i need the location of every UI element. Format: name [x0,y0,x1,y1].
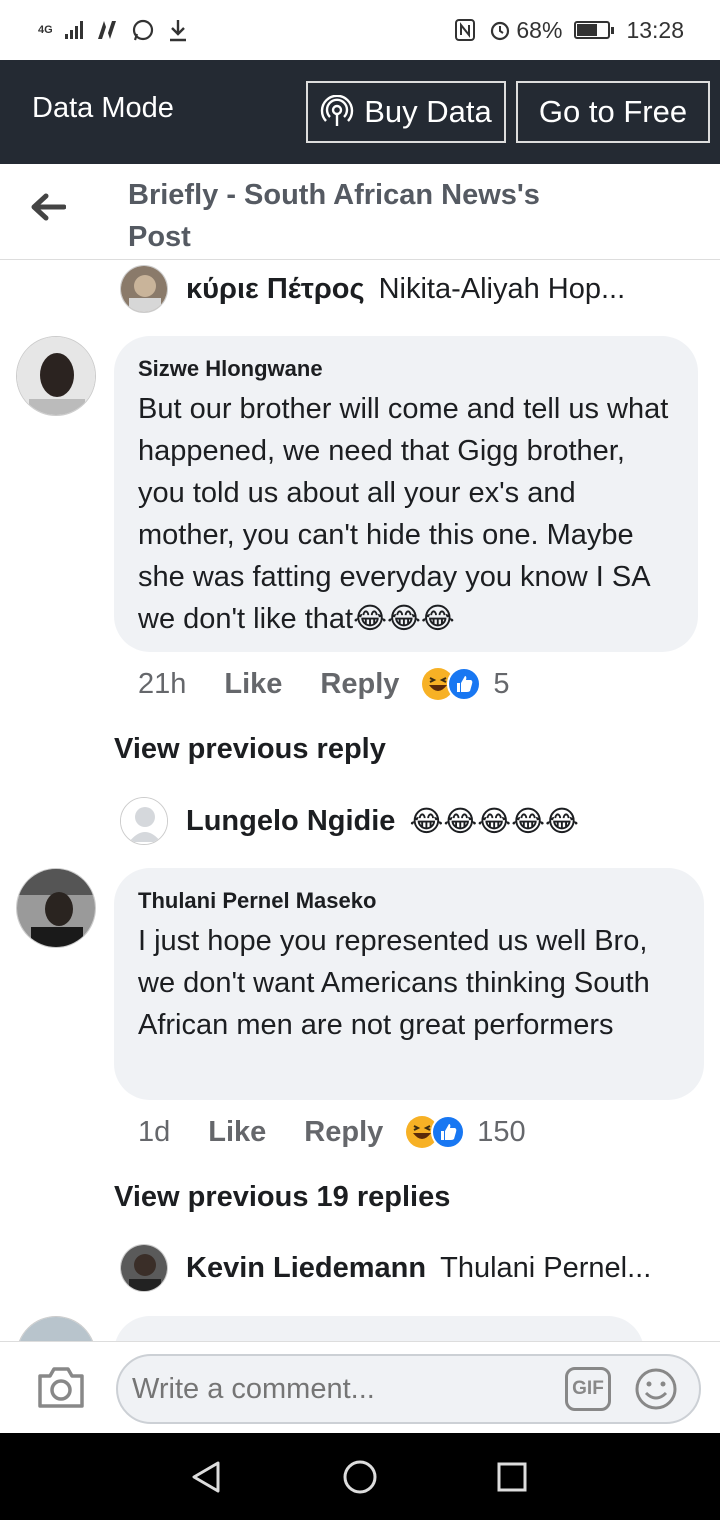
reply-preview[interactable]: Lungelo Ngidie 😂😂😂😂😂 [120,797,579,845]
status-bar: 4G 68% 13:28 [0,0,720,60]
like-button[interactable]: Like [208,1116,266,1149]
comment-bubble[interactable]: Thulani Pernel Maseko I just hope you re… [114,868,704,1100]
avatar[interactable] [120,1244,168,1292]
comment-author[interactable]: Thulani Pernel Maseko [138,888,680,914]
reply-preview[interactable]: κύριε Πέτρος Nikita-Aliyah Hop... [120,265,625,313]
home-nav-icon[interactable] [341,1458,379,1496]
buy-data-button[interactable]: Buy Data [306,81,506,143]
status-left: 4G [38,18,189,42]
clock: 13:28 [626,16,684,43]
reaction-count: 150 [477,1115,526,1148]
comment-meta: 21h Like Reply 5 [138,667,510,701]
broadcast-icon [321,95,354,126]
nfc-icon [455,19,476,41]
comment-time: 21h [138,667,187,700]
comments-feed[interactable]: κύριε Πέτρος Nikita-Aliyah Hop... Sizwe … [0,261,720,1341]
buy-data-label: Buy Data [364,94,492,129]
go-to-free-label: Go to Free [538,94,688,129]
reply-text: Nikita-Aliyah Hop... [378,272,626,305]
data-mode-title: Data Mode [32,91,174,124]
avatar[interactable] [16,868,96,948]
back-arrow-icon[interactable] [30,192,66,222]
reply-preview[interactable]: Kevin Liedemann Thulani Pernel... [120,1244,651,1292]
view-previous-replies-link[interactable]: View previous 19 replies [114,1181,450,1214]
reply-button[interactable]: Reply [320,668,399,701]
camera-icon[interactable] [36,1364,86,1410]
system-nav-bar [0,1433,720,1520]
reply-author[interactable]: Lungelo Ngidie [186,805,395,838]
recents-nav-icon[interactable] [496,1461,528,1493]
reply-author[interactable]: Kevin Liedemann [186,1252,426,1285]
comment-bubble[interactable] [114,1316,644,1341]
data-mode-bar: Data Mode Buy Data Go to Free [0,60,720,164]
alarm-icon [491,21,510,41]
avatar[interactable] [120,797,168,845]
like-reaction-icon [431,1115,466,1149]
reactions[interactable] [405,1115,466,1149]
reply-text: Thulani Pernel... [440,1251,652,1284]
comment-body: I just hope you represented us well Bro,… [138,925,650,1041]
comment-time: 1d [138,1115,171,1148]
reply-button[interactable]: Reply [304,1116,383,1149]
download-icon [169,20,186,42]
whatsapp-icon [132,19,153,41]
page-title: Briefly - South African News's Post [128,179,540,253]
like-button[interactable]: Like [224,668,282,701]
network-type: 4G [38,24,53,36]
signal-icon [64,21,83,39]
avatar[interactable] [120,265,168,313]
like-reaction-icon [447,667,482,701]
comment-input[interactable] [116,1354,701,1424]
comment-composer: GIF [0,1341,720,1433]
avatar[interactable] [16,1316,96,1341]
avatar[interactable] [16,336,96,416]
back-nav-icon[interactable] [188,1459,224,1495]
gif-button[interactable]: GIF [565,1367,611,1411]
comment-body: But our brother will come and tell us wh… [138,393,669,635]
comment-meta: 1d Like Reply 150 [138,1115,526,1149]
comment-bubble[interactable]: Sizwe Hlongwane But our brother will com… [114,336,698,652]
nfc-app-icon [97,21,116,39]
reply-author[interactable]: κύριε Πέτρος [186,273,365,306]
status-right: 68% 13:28 [454,17,684,44]
reply-text: 😂😂😂😂😂 [409,805,579,838]
battery-percent: 68% [516,16,563,43]
reactions[interactable] [421,667,482,701]
battery-icon [574,21,615,39]
comment-author[interactable]: Sizwe Hlongwane [138,356,674,382]
smiley-icon[interactable] [634,1367,678,1411]
reaction-count: 5 [493,667,510,700]
post-header: Briefly - South African News's Post [0,164,720,260]
view-previous-replies-link[interactable]: View previous reply [114,733,386,766]
go-to-free-button[interactable]: Go to Free [516,81,710,143]
